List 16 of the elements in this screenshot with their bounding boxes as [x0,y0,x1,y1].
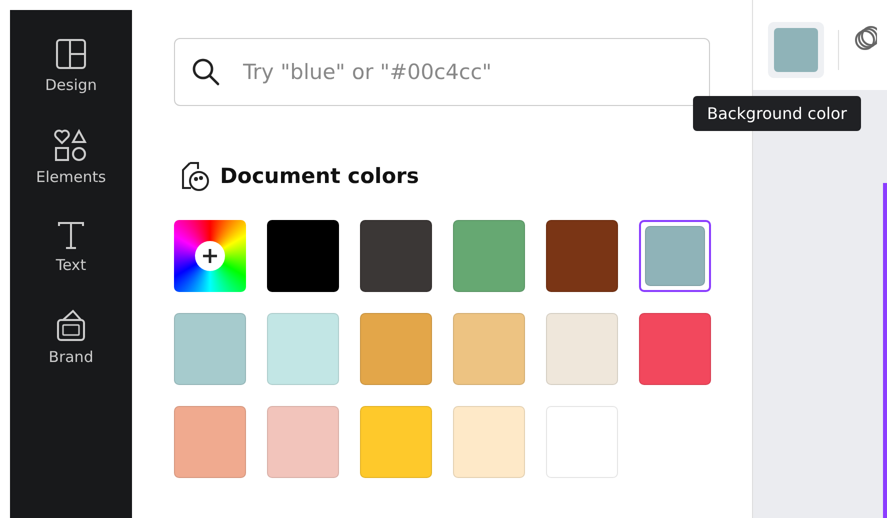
layout-icon [55,38,87,70]
nav-item[interactable]: Elements [10,128,132,186]
add-color-button[interactable] [174,220,246,292]
search-icon [191,57,221,87]
briefcase-icon [55,308,87,342]
color-swatch[interactable] [639,220,711,292]
nav-item[interactable]: Design [10,38,132,94]
section-title: Document colors [220,164,420,188]
nav-item[interactable]: Text [10,220,132,274]
text-icon [56,220,86,250]
plus-icon [195,241,225,271]
nav-item[interactable]: Brand [10,308,132,366]
shapes-icon [53,128,89,162]
background-color-button[interactable] [768,22,824,78]
search-field[interactable]: Try "blue" or "#00c4cc" [174,38,710,106]
tooltip: Background color [693,96,861,131]
